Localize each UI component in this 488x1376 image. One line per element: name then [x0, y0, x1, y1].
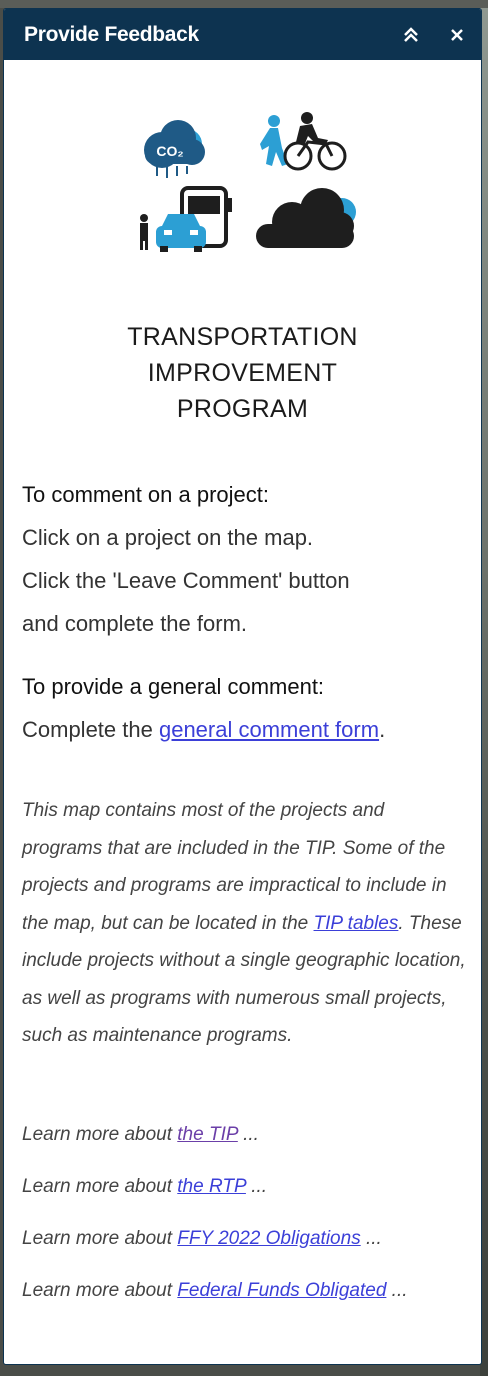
program-title: TRANSPORTATION IMPROVEMENT PROGRAM [4, 319, 481, 427]
learn-more-prefix: Learn more about [22, 1124, 178, 1145]
general-comment-prefix: Complete the [22, 717, 159, 742]
program-title-line: TRANSPORTATION [127, 323, 358, 351]
general-comment-form-link[interactable]: general comment form [159, 717, 379, 742]
learn-more-prefix: Learn more about [22, 1176, 178, 1197]
learn-more-item: Learn more about the RTP ... [22, 1172, 468, 1202]
instruction-line: Click the 'Leave Comment' button [22, 568, 350, 593]
close-button[interactable] [445, 23, 469, 47]
collapse-button[interactable] [399, 23, 423, 47]
learn-more-tip-link[interactable]: the TIP [177, 1124, 238, 1145]
learn-more-prefix: Learn more about [22, 1228, 178, 1249]
co2-label: CO₂ [156, 143, 183, 159]
map-background-top [0, 0, 488, 8]
comment-project-heading: To comment on a project: [22, 482, 270, 507]
learn-more-item: Learn more about the TIP ... [22, 1120, 468, 1150]
disclaimer-text: This map contains most of the projects a… [22, 792, 468, 1055]
pedestrian-cyclist-icon [260, 112, 347, 171]
program-title-line: IMPROVEMENT [147, 359, 338, 387]
co2-cloud-icon: CO₂ [144, 120, 205, 178]
comment-on-project-section: To comment on a project: Click on a proj… [22, 473, 462, 645]
learn-more-suffix: ... [237, 1124, 259, 1145]
close-icon [451, 28, 463, 41]
learn-more-rtp-link[interactable]: the RTP [177, 1176, 246, 1197]
feedback-panel: Provide Feedback CO₂ TRANSPORTATION IMPR… [3, 8, 482, 1365]
learn-more-suffix: ... [386, 1280, 408, 1301]
learn-more-prefix: Learn more about [22, 1280, 178, 1301]
general-comment-line: Complete the general comment form. [22, 708, 462, 751]
double-chevron-up-icon [404, 26, 418, 42]
panel-controls [399, 9, 469, 60]
learn-more-suffix: ... [245, 1176, 268, 1197]
program-title-line: PROGRAM [176, 395, 309, 423]
tip-tables-link[interactable]: TIP tables [314, 913, 399, 934]
learn-more-item: Learn more about FFY 2022 Obligations ..… [22, 1224, 468, 1254]
learn-more-federal-funds-link[interactable]: Federal Funds Obligated [177, 1280, 386, 1301]
tip-logo: CO₂ [140, 112, 356, 252]
instruction-line: Click on a project on the map. [22, 525, 314, 550]
panel-title: Provide Feedback [24, 22, 199, 46]
general-comment-suffix: . [379, 717, 386, 742]
bus-car-icon [140, 186, 232, 252]
learn-more-suffix: ... [360, 1228, 382, 1249]
cloud-icon [256, 188, 356, 248]
instruction-line: and complete the form. [22, 611, 248, 636]
general-comment-heading: To provide a general comment: [22, 674, 325, 699]
learn-more-item: Learn more about Federal Funds Obligated… [22, 1276, 468, 1306]
learn-more-ffy-obligations-link[interactable]: FFY 2022 Obligations [177, 1228, 360, 1249]
panel-header: Provide Feedback [4, 9, 481, 60]
general-comment-section: To provide a general comment: Complete t… [22, 665, 462, 751]
